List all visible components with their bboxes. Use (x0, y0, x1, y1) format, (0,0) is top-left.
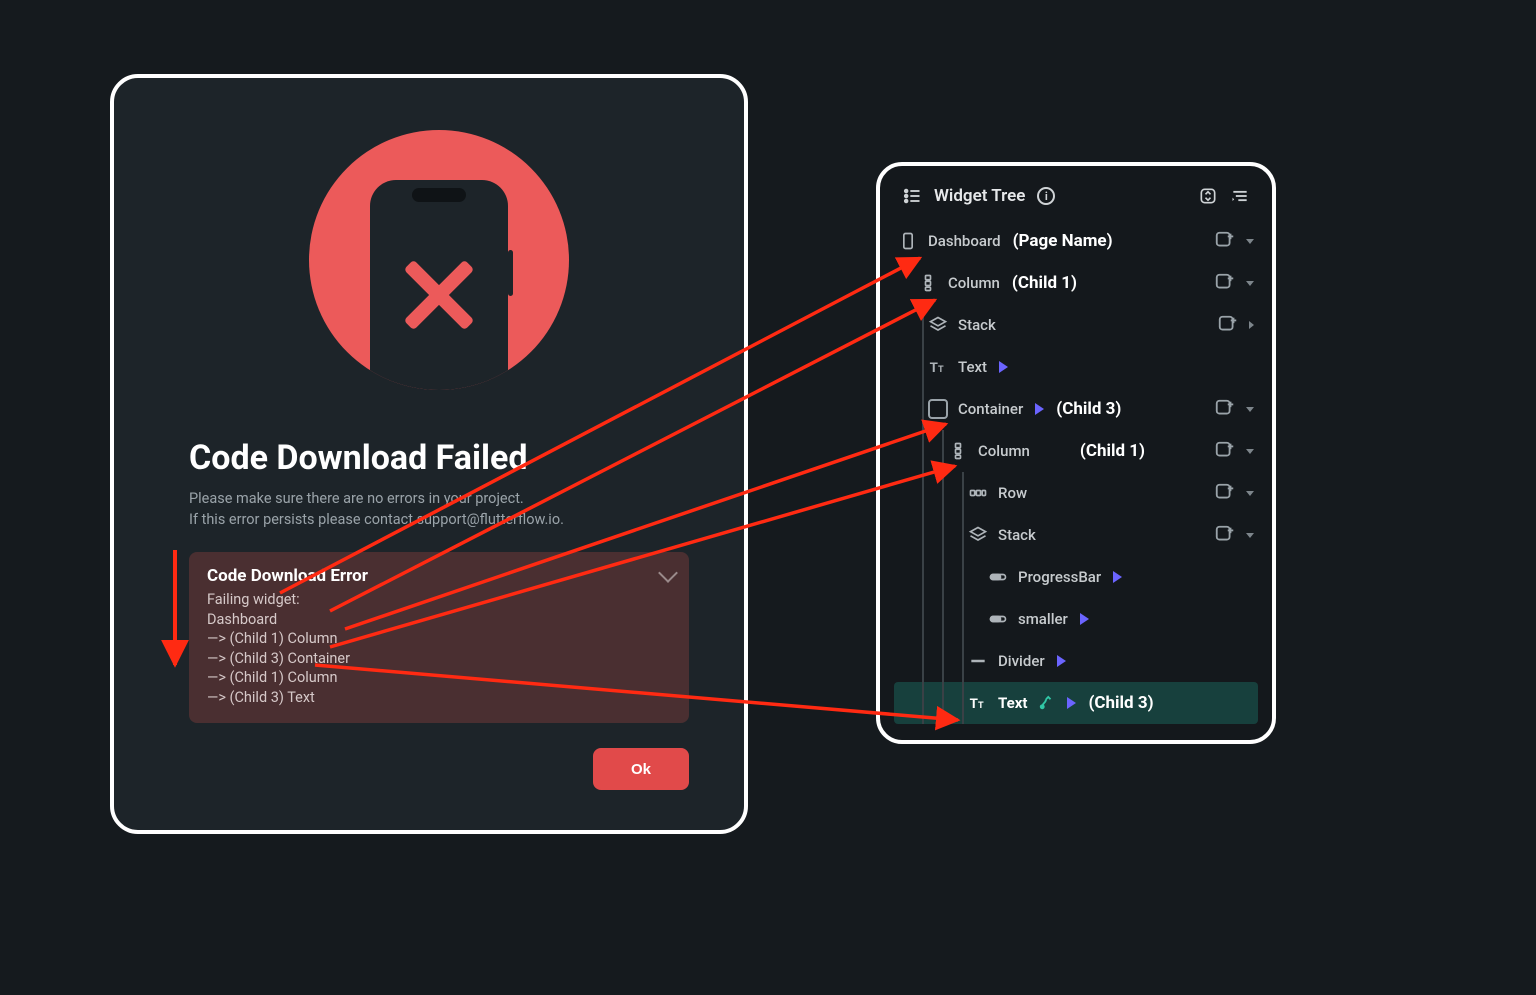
svg-text:T: T (938, 365, 944, 375)
annotation: (Child 1) (1012, 273, 1077, 293)
add-widget-icon[interactable] (1217, 314, 1239, 336)
sort-icon[interactable] (1198, 186, 1218, 206)
tree-node-stack[interactable]: Stack (894, 514, 1258, 556)
node-label: Stack (958, 316, 996, 334)
tree-node-progressbar[interactable]: ProgressBar (894, 556, 1258, 598)
node-label: Dashboard (928, 232, 1001, 250)
error-line: —> (Child 3) Container (207, 649, 671, 669)
tree-node-smaller[interactable]: smaller (894, 598, 1258, 640)
x-icon (404, 260, 474, 330)
action-indicator-icon (1067, 697, 1076, 709)
action-indicator-icon (1080, 613, 1089, 625)
stack-icon (928, 315, 948, 335)
tree-node-text[interactable]: TT Text (894, 346, 1258, 388)
page-icon (898, 231, 918, 251)
expand-caret-icon[interactable] (1246, 239, 1254, 244)
text-icon: TT (968, 693, 988, 713)
add-widget-icon[interactable] (1214, 440, 1236, 462)
tree-node-text-selected[interactable]: TT Text (Child 3) (894, 682, 1258, 724)
add-widget-icon[interactable] (1214, 398, 1236, 420)
column-icon (918, 273, 938, 293)
ok-button[interactable]: Ok (593, 748, 689, 790)
node-label: Container (958, 400, 1023, 418)
expand-caret-icon[interactable] (1246, 449, 1254, 454)
node-label: Text (998, 694, 1027, 712)
error-dialog: Code Download Failed Please make sure th… (110, 74, 748, 834)
add-widget-icon[interactable] (1214, 230, 1236, 252)
expand-caret-icon[interactable] (1246, 281, 1254, 286)
tree-node-row[interactable]: Row (894, 472, 1258, 514)
error-details-box[interactable]: Code Download Error Failing widget: Dash… (189, 552, 689, 723)
tree-body: Dashboard (Page Name) Column (Child 1) S… (894, 220, 1258, 724)
text-icon: TT (928, 357, 948, 377)
annotation: (Page Name) (1013, 231, 1113, 251)
node-label: ProgressBar (1018, 568, 1101, 586)
action-indicator-icon (999, 361, 1008, 373)
annotation: (Child 1) (1080, 441, 1145, 461)
container-icon (928, 399, 948, 419)
info-icon[interactable]: i (1037, 187, 1055, 205)
error-line: —> (Child 1) Column (207, 629, 671, 649)
expand-caret-icon[interactable] (1249, 321, 1254, 329)
expand-caret-icon[interactable] (1246, 407, 1254, 412)
widget-tree-panel: Widget Tree i Dashboard (Page Name) (876, 162, 1276, 744)
svg-text:T: T (970, 697, 978, 712)
add-widget-icon[interactable] (1214, 482, 1236, 504)
row-icon (968, 483, 988, 503)
divider-icon (968, 651, 988, 671)
tree-node-column[interactable]: Column (Child 1) (894, 430, 1258, 472)
action-indicator-icon (1057, 655, 1066, 667)
tree-node-divider[interactable]: Divider (894, 640, 1258, 682)
node-label: Stack (998, 526, 1036, 544)
error-line: —> (Child 1) Column (207, 668, 671, 688)
add-widget-icon[interactable] (1214, 524, 1236, 546)
action-indicator-icon (1035, 403, 1044, 415)
progressbar-icon (988, 609, 1008, 629)
node-label: smaller (1018, 610, 1068, 628)
red-circle (309, 130, 569, 390)
filter-icon[interactable] (1230, 186, 1250, 206)
action-indicator-icon (1113, 571, 1122, 583)
error-line: —> (Child 3) Text (207, 688, 671, 708)
add-widget-icon[interactable] (1214, 272, 1236, 294)
tree-node-column[interactable]: Column (Child 1) (894, 262, 1258, 304)
annotation: (Child 3) (1088, 693, 1153, 713)
tree-header: Widget Tree i (894, 180, 1258, 220)
svg-text:T: T (930, 361, 938, 376)
tree-node-stack[interactable]: Stack (894, 304, 1258, 346)
error-line: Failing widget: (207, 590, 671, 610)
node-label: Column (948, 274, 1000, 292)
node-label: Text (958, 358, 987, 376)
dialog-title: Code Download Failed (189, 438, 689, 478)
error-box-header: Code Download Error (207, 566, 671, 586)
phone-icon (370, 180, 508, 390)
tree-node-container[interactable]: Container (Child 3) (894, 388, 1258, 430)
stack-icon (968, 525, 988, 545)
tree-node-dashboard[interactable]: Dashboard (Page Name) (894, 220, 1258, 262)
dialog-subtitle: Please make sure there are no errors in … (189, 488, 689, 530)
progressbar-icon (988, 567, 1008, 587)
error-illustration (189, 130, 689, 390)
error-line: Dashboard (207, 610, 671, 630)
connection-icon (1037, 694, 1055, 712)
node-label: Divider (998, 652, 1045, 670)
expand-caret-icon[interactable] (1246, 491, 1254, 496)
svg-text:T: T (978, 701, 984, 711)
node-label: Row (998, 484, 1027, 502)
expand-caret-icon[interactable] (1246, 533, 1254, 538)
column-icon (948, 441, 968, 461)
annotation: (Child 3) (1056, 399, 1121, 419)
list-icon[interactable] (902, 186, 922, 206)
tree-title: Widget Tree (934, 186, 1025, 206)
node-label: Column (978, 442, 1030, 460)
